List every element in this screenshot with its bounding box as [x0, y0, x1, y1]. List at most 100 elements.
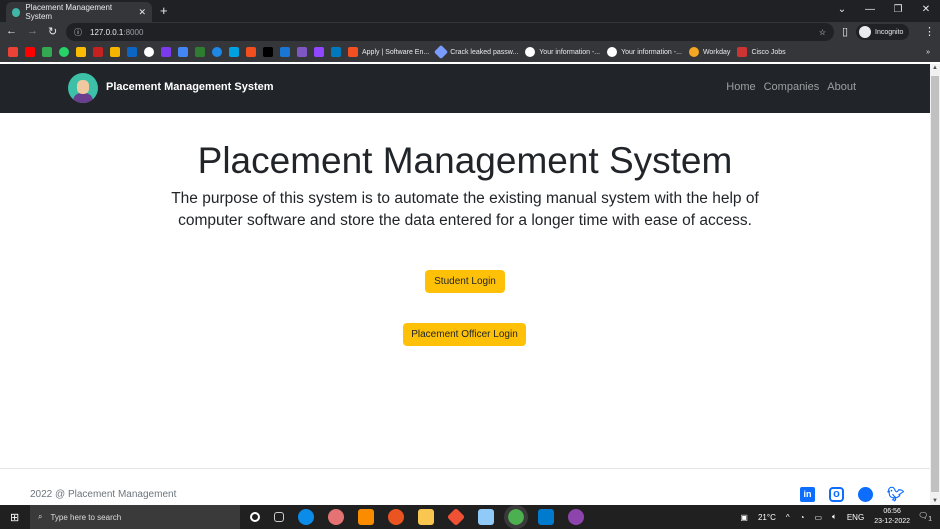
workday-icon: [688, 47, 699, 57]
nav-about[interactable]: About: [827, 81, 856, 93]
diamond-icon: [434, 44, 449, 60]
bookmark-star-icon[interactable]: ☆: [819, 28, 826, 37]
xampp-icon[interactable]: [358, 509, 374, 525]
bookmark-google-1[interactable]: Your information -...: [525, 47, 600, 57]
bookmark-label: Crack leaked passw...: [450, 48, 519, 56]
github-icon[interactable]: [858, 487, 873, 502]
file-explorer-icon[interactable]: [418, 509, 434, 525]
twitter-icon[interactable]: 🐦︎: [887, 487, 905, 502]
youtube-icon[interactable]: [25, 47, 35, 57]
docs-icon[interactable]: [178, 47, 188, 57]
weather-icon[interactable]: ▣: [740, 513, 748, 522]
bookmark-icon[interactable]: [280, 47, 290, 57]
battery-icon[interactable]: ▭: [814, 513, 822, 522]
clock-date: 23-12-2022: [874, 518, 910, 525]
trello-icon[interactable]: [331, 47, 341, 57]
footer-copyright: 2022 @ Placement Management: [30, 489, 177, 500]
linkedin-bookmark-icon[interactable]: [127, 47, 137, 57]
bookmark-label: Your information -...: [621, 48, 682, 56]
medium-icon[interactable]: [263, 47, 273, 57]
clock-time: 06:56: [883, 508, 901, 515]
salesforce-icon[interactable]: [229, 47, 239, 57]
scroll-up-icon[interactable]: ▲: [930, 65, 940, 71]
student-login-button[interactable]: Student Login: [425, 270, 505, 293]
bookmark-label: Your information -...: [539, 48, 601, 56]
maps-icon[interactable]: [42, 47, 52, 57]
footer-divider: [0, 468, 930, 469]
tray-chevron-icon[interactable]: ^: [786, 513, 790, 522]
close-tab-icon[interactable]: ✕: [138, 7, 146, 18]
page-title: Placement Management System: [197, 140, 733, 181]
tab-search-icon[interactable]: ⌄: [828, 0, 856, 20]
twitch-icon[interactable]: [314, 47, 324, 57]
chrome-icon[interactable]: [504, 505, 528, 529]
windows-start-icon[interactable]: ⊞: [10, 511, 19, 524]
temperature[interactable]: 21°C: [758, 513, 776, 522]
figma-icon[interactable]: [246, 47, 256, 57]
cisco-icon: [737, 47, 748, 57]
app-icon[interactable]: [328, 509, 344, 525]
menu-icon[interactable]: ⋮: [924, 25, 935, 38]
bookmark-icon[interactable]: [195, 47, 205, 57]
drive-icon[interactable]: [76, 47, 86, 57]
gmail-m-icon[interactable]: [93, 47, 103, 57]
notifications-icon[interactable]: 🗨︎1: [918, 511, 932, 523]
nav-companies[interactable]: Companies: [764, 81, 820, 93]
bookmark-crack[interactable]: Crack leaked passw...: [434, 44, 519, 60]
bootstrap-icon[interactable]: [161, 47, 171, 57]
bookmark-label: Cisco Jobs: [751, 48, 786, 56]
github-bookmark-icon[interactable]: [144, 47, 154, 57]
restore-button[interactable]: ❐: [884, 0, 912, 20]
more-bookmarks-icon[interactable]: »: [926, 49, 930, 56]
logo-avatar[interactable]: [68, 73, 98, 103]
classroom-icon[interactable]: [110, 47, 120, 57]
lead-text: The purpose of this system is to automat…: [171, 190, 759, 229]
volume-icon[interactable]: 🔈︎: [832, 512, 837, 522]
github-desktop-icon[interactable]: [568, 509, 584, 525]
bookmark-workday[interactable]: Workday: [688, 47, 730, 57]
favicon-icon: [12, 7, 21, 17]
bookmark-cisco[interactable]: Cisco Jobs: [737, 47, 786, 57]
vscode-icon[interactable]: [538, 509, 554, 525]
tab-title: Placement Management System: [25, 3, 113, 21]
edge-icon[interactable]: [298, 509, 314, 525]
side-panel-icon[interactable]: ▯: [842, 25, 848, 38]
notification-count: 1: [928, 515, 932, 523]
new-tab-button[interactable]: +: [160, 3, 168, 18]
url-host: 127.0.0.1: [90, 27, 124, 37]
nav-home[interactable]: Home: [726, 81, 755, 93]
back-icon[interactable]: ←: [6, 25, 17, 38]
site-navbar: Placement Management System Home Compani…: [0, 64, 930, 113]
bookmark-apply[interactable]: Apply | Software En...: [348, 47, 429, 57]
close-window-button[interactable]: ✕: [912, 0, 940, 20]
ubuntu-icon[interactable]: [388, 509, 404, 525]
notepad-icon[interactable]: [478, 509, 494, 525]
forward-icon[interactable]: →: [27, 25, 38, 38]
clock[interactable]: 06:56 23-12-2022: [874, 507, 910, 527]
windows-taskbar: ⊞ ⌕ Type here to search ▣ 21°C ^ ◔ ▭ 🔈︎ E…: [0, 505, 940, 529]
incognito-badge[interactable]: Incognito: [856, 24, 910, 40]
navbar-brand[interactable]: Placement Management System: [106, 81, 274, 93]
scrollbar-thumb[interactable]: [931, 76, 939, 492]
linkedin-icon[interactable]: in: [800, 487, 815, 502]
bookmark-google-2[interactable]: Your information -...: [607, 47, 682, 57]
placement-officer-login-button[interactable]: Placement Officer Login: [403, 323, 526, 346]
network-icon[interactable]: ◔: [800, 513, 805, 522]
bookmark-icon[interactable]: [297, 47, 307, 57]
cortana-icon[interactable]: [250, 512, 260, 522]
scroll-down-icon[interactable]: ▼: [930, 498, 940, 504]
task-view-icon[interactable]: [274, 512, 284, 522]
gmail-icon[interactable]: [8, 47, 18, 57]
url-input[interactable]: ⓘ 127.0.0.1:8000 ☆: [66, 23, 834, 41]
whatsapp-icon[interactable]: [59, 47, 69, 57]
taskbar-search-input[interactable]: ⌕ Type here to search: [30, 505, 240, 529]
browser-tab[interactable]: Placement Management System ✕: [6, 2, 152, 22]
scrollbar[interactable]: ▲ ▼: [930, 64, 940, 505]
git-icon[interactable]: [446, 507, 466, 527]
search-placeholder: Type here to search: [50, 512, 122, 522]
language[interactable]: ENG: [847, 513, 864, 522]
instagram-icon[interactable]: o: [829, 487, 844, 502]
reload-icon[interactable]: ↻: [48, 25, 57, 38]
bookmark-icon[interactable]: [212, 47, 222, 57]
minimize-button[interactable]: —: [856, 0, 884, 20]
